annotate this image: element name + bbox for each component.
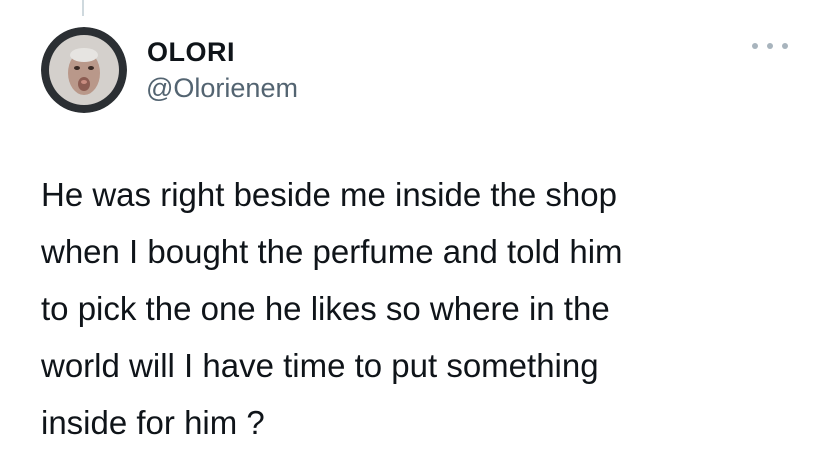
- more-options-icon: [752, 43, 758, 49]
- author-display-name[interactable]: OLORI: [147, 36, 235, 68]
- tweet-text: He was right beside me inside the shop w…: [41, 176, 623, 441]
- more-options-button[interactable]: [752, 36, 788, 56]
- avatar[interactable]: [41, 27, 127, 113]
- thread-connector-line: [82, 0, 84, 16]
- more-options-icon-dot: [782, 43, 788, 49]
- more-options-icon-dot: [767, 43, 773, 49]
- avatar-face-icon: [41, 27, 127, 113]
- author-handle[interactable]: @Olorienem: [146, 72, 298, 104]
